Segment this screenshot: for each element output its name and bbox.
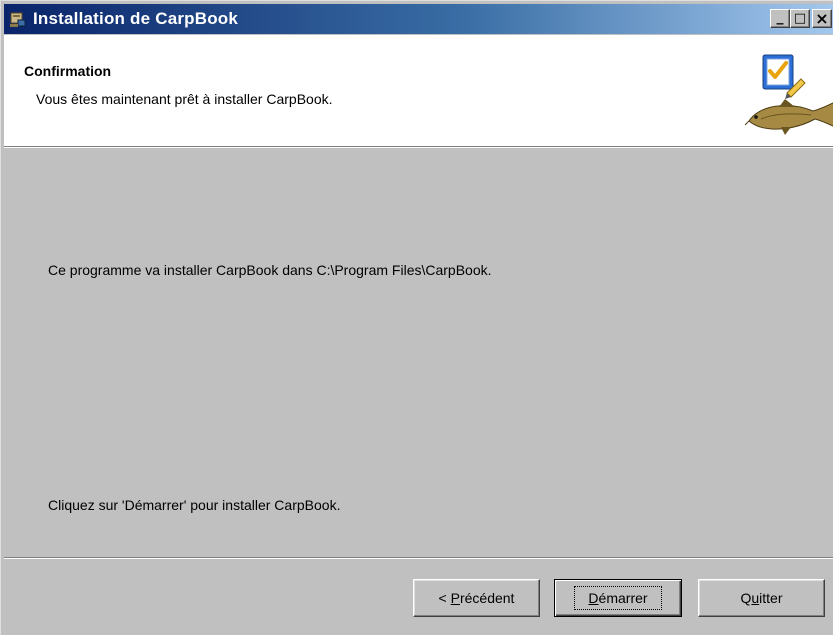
quit-label-accel: u [751,590,760,606]
start-button[interactable]: Démarrer [554,579,682,617]
window-controls: _ □ × [770,9,832,28]
previous-button[interactable]: < Précédent [413,579,540,617]
minimize-button[interactable]: _ [770,9,790,28]
page-subtitle: Vous êtes maintenant prêt à installer Ca… [36,91,333,107]
installer-window: Installation de CarpBook _ □ × Confirmat… [0,0,833,635]
close-button[interactable]: × [812,9,832,28]
header-panel: Confirmation Vous êtes maintenant prêt à… [4,35,833,147]
close-icon: × [815,9,829,28]
quit-button[interactable]: Quitter [698,579,825,617]
quit-label-prefix: Q [740,590,752,606]
minimize-icon: _ [776,9,784,25]
quit-button-label: Quitter [740,590,782,606]
title-bar[interactable]: Installation de CarpBook _ □ × [4,4,833,34]
footer-divider-highlight [4,558,833,559]
previous-label-prefix: < [438,590,451,606]
start-label-accel: D [588,590,599,606]
start-instruction-message: Cliquez sur 'Démarrer' pour installer Ca… [48,497,341,513]
previous-label-accel: P [450,590,460,606]
install-path-message: Ce programme va installer CarpBook dans … [48,262,492,278]
installer-icon[interactable] [8,9,28,29]
previous-label-rest: récédent [459,590,515,606]
previous-button-label: < Précédent [439,590,515,606]
page-title: Confirmation [24,63,112,79]
maximize-button[interactable]: □ [790,9,810,28]
quit-label-rest: itter [759,590,783,606]
start-button-label: Démarrer [574,586,662,610]
window-title: Installation de CarpBook [33,9,239,28]
maximize-icon: □ [793,11,807,26]
start-label-rest: émarrer [598,590,648,606]
checklist-carp-fish-graphic [744,54,833,135]
header-divider [4,147,833,148]
